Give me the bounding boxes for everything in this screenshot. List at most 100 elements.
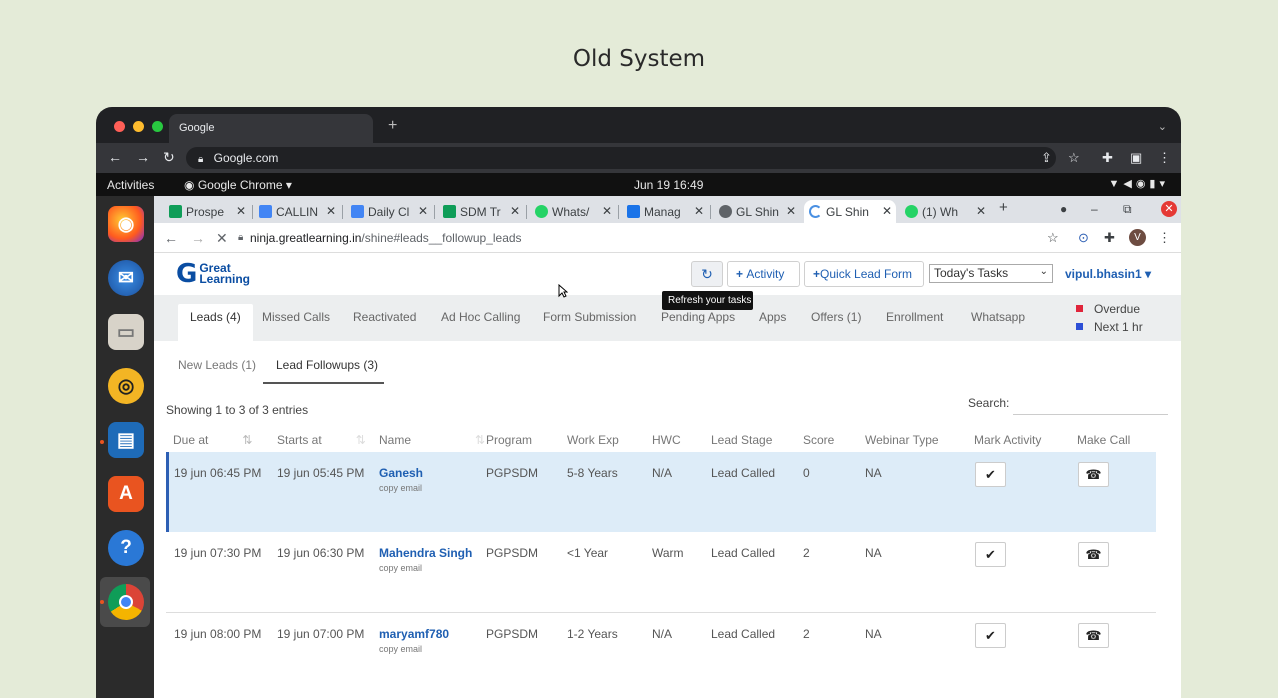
col-name[interactable]: Name ⇅ [379, 433, 485, 447]
forward-arrow-icon[interactable]: → [191, 230, 205, 246]
writer-icon[interactable]: ▤ [108, 422, 144, 458]
clock[interactable]: Jun 19 16:49 [634, 178, 703, 192]
tab-pending-apps[interactable]: Pending Apps [661, 310, 735, 324]
system-tray-icons[interactable]: ▼◀◉▮▾ [1108, 177, 1169, 190]
tab-enrollment[interactable]: Enrollment [886, 310, 943, 324]
mark-activity-button[interactable]: ✔ [975, 462, 1006, 487]
tab-leads[interactable]: Leads (4) [178, 304, 253, 341]
back-arrow-icon[interactable]: ← [108, 149, 122, 165]
tab-whatsapp-leads[interactable]: Whatsapp [971, 310, 1025, 324]
tab-gl-shine-active[interactable]: GL Shin ✕ [804, 200, 896, 223]
close-tab-icon[interactable]: ✕ [510, 204, 520, 218]
add-activity-button[interactable]: + Activity [727, 261, 800, 287]
extensions-icon[interactable]: ✚ [1102, 150, 1113, 166]
share-icon[interactable]: ⇪ [1041, 150, 1052, 166]
make-call-button[interactable]: ☎ [1078, 462, 1109, 487]
maximize-window-button[interactable] [152, 121, 163, 132]
search-input[interactable] [1013, 395, 1168, 415]
reload-icon[interactable]: ↻ [163, 149, 175, 166]
tab-reactivated[interactable]: Reactivated [353, 310, 416, 324]
close-tab-icon[interactable]: ✕ [236, 204, 246, 218]
menu-dots-icon[interactable]: ⋮ [1158, 150, 1171, 166]
copy-email-link[interactable]: copy email [379, 563, 422, 573]
stop-loading-icon[interactable]: ✕ [216, 230, 228, 247]
col-webinar-type[interactable]: Webinar Type [865, 433, 939, 447]
table-row[interactable]: 19 jun 06:45 PM 19 jun 05:45 PM Ganesh c… [166, 452, 1156, 532]
subtab-new-leads[interactable]: New Leads (1) [178, 358, 256, 372]
table-row[interactable]: 19 jun 08:00 PM 19 jun 07:00 PM maryamf7… [166, 612, 1156, 692]
new-tab-icon[interactable]: + [999, 199, 1008, 216]
inner-url-field[interactable]: ninja.greatlearning.in/shine#leads__foll… [250, 231, 522, 245]
forward-arrow-icon[interactable]: → [136, 149, 150, 165]
menu-dots-icon[interactable]: ⋮ [1158, 230, 1171, 246]
make-call-button[interactable]: ☎ [1078, 623, 1109, 648]
back-arrow-icon[interactable]: ← [164, 230, 178, 246]
firefox-icon[interactable]: ◉ [108, 206, 144, 242]
window-close-icon[interactable]: ✕ [1161, 201, 1177, 217]
bookmark-star-icon[interactable]: ☆ [1047, 230, 1059, 246]
minimize-window-button[interactable] [133, 121, 144, 132]
tab-search-icon[interactable]: ● [1060, 202, 1067, 216]
help-icon[interactable]: ? [108, 530, 144, 566]
software-center-icon[interactable]: A [108, 476, 144, 512]
close-tab-icon[interactable]: ✕ [882, 204, 892, 218]
col-program[interactable]: Program [486, 433, 532, 447]
table-row[interactable]: 19 jun 07:30 PM 19 jun 06:30 PM Mahendra… [166, 532, 1156, 612]
minimize-icon[interactable]: – [1091, 202, 1098, 216]
lead-name-link[interactable]: maryamf780 [379, 627, 449, 641]
tab-daily[interactable]: Daily Cl ✕ [346, 200, 432, 223]
tab-offers[interactable]: Offers (1) [811, 310, 861, 324]
copy-email-link[interactable]: copy email [379, 483, 422, 493]
new-tab-icon[interactable]: + [388, 117, 397, 135]
tab-gl-shine-1[interactable]: GL Shin ✕ [714, 200, 800, 223]
close-window-button[interactable] [114, 121, 125, 132]
tab-sdm[interactable]: SDM Tr ✕ [438, 200, 524, 223]
close-tab-icon[interactable]: ✕ [326, 204, 336, 218]
chevron-down-icon[interactable]: ⌄ [1158, 120, 1167, 133]
col-lead-stage[interactable]: Lead Stage [711, 433, 772, 447]
chrome-dock-icon[interactable] [108, 584, 144, 620]
copy-email-link[interactable]: copy email [379, 644, 422, 654]
tasks-select[interactable]: Today's Tasks ⌄ [929, 264, 1053, 283]
col-work-exp[interactable]: Work Exp [567, 433, 619, 447]
files-icon[interactable]: ▭ [108, 314, 144, 350]
col-hwc[interactable]: HWC [652, 433, 681, 447]
lead-name-link[interactable]: Mahendra Singh [379, 546, 472, 560]
subtab-lead-followups[interactable]: Lead Followups (3) [276, 358, 378, 372]
side-panel-icon[interactable]: ▣ [1130, 150, 1142, 166]
mark-activity-button[interactable]: ✔ [975, 623, 1006, 648]
activities-button[interactable]: Activities [107, 178, 154, 192]
refresh-tasks-button[interactable]: ↻ [691, 261, 723, 287]
col-starts-at[interactable]: Starts at ⇅ [277, 433, 366, 447]
make-call-button[interactable]: ☎ [1078, 542, 1109, 567]
tab-whatsapp-2[interactable]: (1) Wh ✕ [900, 200, 990, 223]
outer-tab-google[interactable]: Google [169, 114, 373, 143]
tab-apps[interactable]: Apps [759, 310, 786, 324]
app-menu[interactable]: ◉ Google Chrome ▾ [184, 178, 292, 192]
close-tab-icon[interactable]: ✕ [786, 204, 796, 218]
tab-calling[interactable]: CALLIN ✕ [254, 200, 340, 223]
col-score[interactable]: Score [803, 433, 834, 447]
col-due-at[interactable]: Due at ⇅ [173, 433, 252, 447]
close-tab-icon[interactable]: ✕ [418, 204, 428, 218]
tab-ad-hoc-calling[interactable]: Ad Hoc Calling [441, 310, 520, 324]
close-tab-icon[interactable]: ✕ [602, 204, 612, 218]
puzzle-icon[interactable]: ✚ [1104, 230, 1115, 246]
close-tab-icon[interactable]: ✕ [694, 204, 704, 218]
tab-form-submission[interactable]: Form Submission [543, 310, 636, 324]
thunderbird-icon[interactable]: ✉ [108, 260, 144, 296]
tab-manage[interactable]: Manag ✕ [622, 200, 708, 223]
tab-prospect[interactable]: Prospe ✕ [164, 200, 250, 223]
user-menu[interactable]: vipul.bhasin1 ▾ [1065, 267, 1151, 281]
great-learning-logo[interactable]: G Great Learning [176, 261, 250, 287]
rhythmbox-icon[interactable]: ◎ [108, 368, 144, 404]
mark-activity-button[interactable]: ✔ [975, 542, 1006, 567]
tab-missed-calls[interactable]: Missed Calls [262, 310, 330, 324]
outer-url-field[interactable]: 🔒︎ Google.com [186, 147, 1056, 169]
profile-avatar[interactable]: V [1129, 229, 1146, 246]
tab-whatsapp[interactable]: Whats/ ✕ [530, 200, 616, 223]
quick-lead-form-button[interactable]: +Quick Lead Form [804, 261, 924, 287]
lead-name-link[interactable]: Ganesh [379, 466, 423, 480]
restore-icon[interactable]: ⧉ [1123, 202, 1132, 217]
star-icon[interactable]: ☆ [1068, 150, 1080, 166]
